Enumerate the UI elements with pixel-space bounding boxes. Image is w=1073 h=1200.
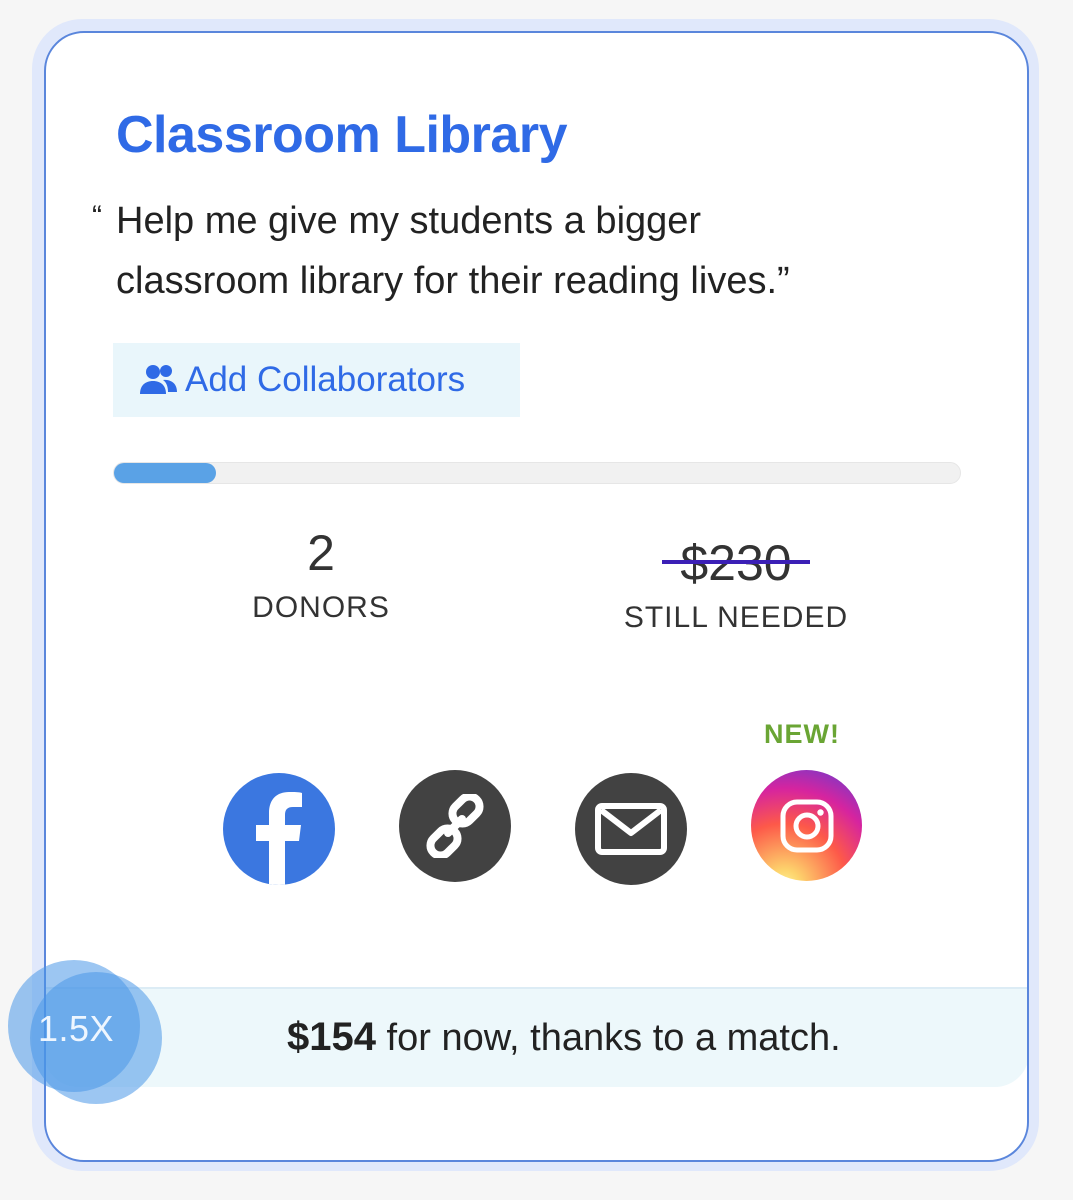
add-collaborators-button[interactable]: Add Collaborators (113, 343, 520, 417)
add-collaborators-label: Add Collaborators (185, 360, 466, 399)
new-badge: NEW! (764, 719, 840, 749)
multiplier-label: 1.5X (38, 1008, 115, 1049)
funding-progress-bar (113, 462, 961, 484)
match-description: for now, thanks to a match. (375, 1017, 841, 1059)
still-needed-amount: $230 (662, 535, 810, 591)
project-title[interactable]: Classroom Library (116, 105, 568, 165)
share-instagram-button[interactable] (751, 770, 862, 881)
still-needed-label: STILL NEEDED (623, 601, 849, 634)
quote-line-1: Help me give my students a bigger (116, 200, 702, 242)
share-facebook-button[interactable] (223, 773, 335, 885)
match-multiplier-badge: 1.5X (8, 960, 162, 1104)
facebook-icon (256, 792, 302, 885)
email-icon (595, 803, 667, 855)
donors-label: DONORS (252, 591, 390, 624)
donors-stat: 2 DONORS (221, 525, 421, 625)
match-banner: $154 for now, thanks to a match. (46, 987, 1027, 1087)
match-amount: $154 (287, 1015, 376, 1059)
funding-progress-fill (114, 463, 216, 483)
users-icon (140, 365, 177, 394)
share-email-button[interactable] (575, 773, 687, 885)
link-icon (426, 794, 484, 858)
project-card[interactable]: Classroom Library “ Help me give my stude… (44, 31, 1029, 1162)
project-quote: “ Help me give my students a bigger class… (92, 191, 952, 311)
match-text: $154 for now, thanks to a match. (287, 1015, 841, 1060)
instagram-icon (780, 799, 833, 852)
share-link-button[interactable] (399, 770, 511, 882)
donors-count: 2 (307, 525, 335, 581)
still-needed-stat: $230 STILL NEEDED (596, 535, 876, 635)
quote-line-2: classroom library for their reading live… (116, 260, 790, 302)
quote-open-mark: “ (92, 200, 102, 233)
strikethrough-line (662, 560, 810, 564)
